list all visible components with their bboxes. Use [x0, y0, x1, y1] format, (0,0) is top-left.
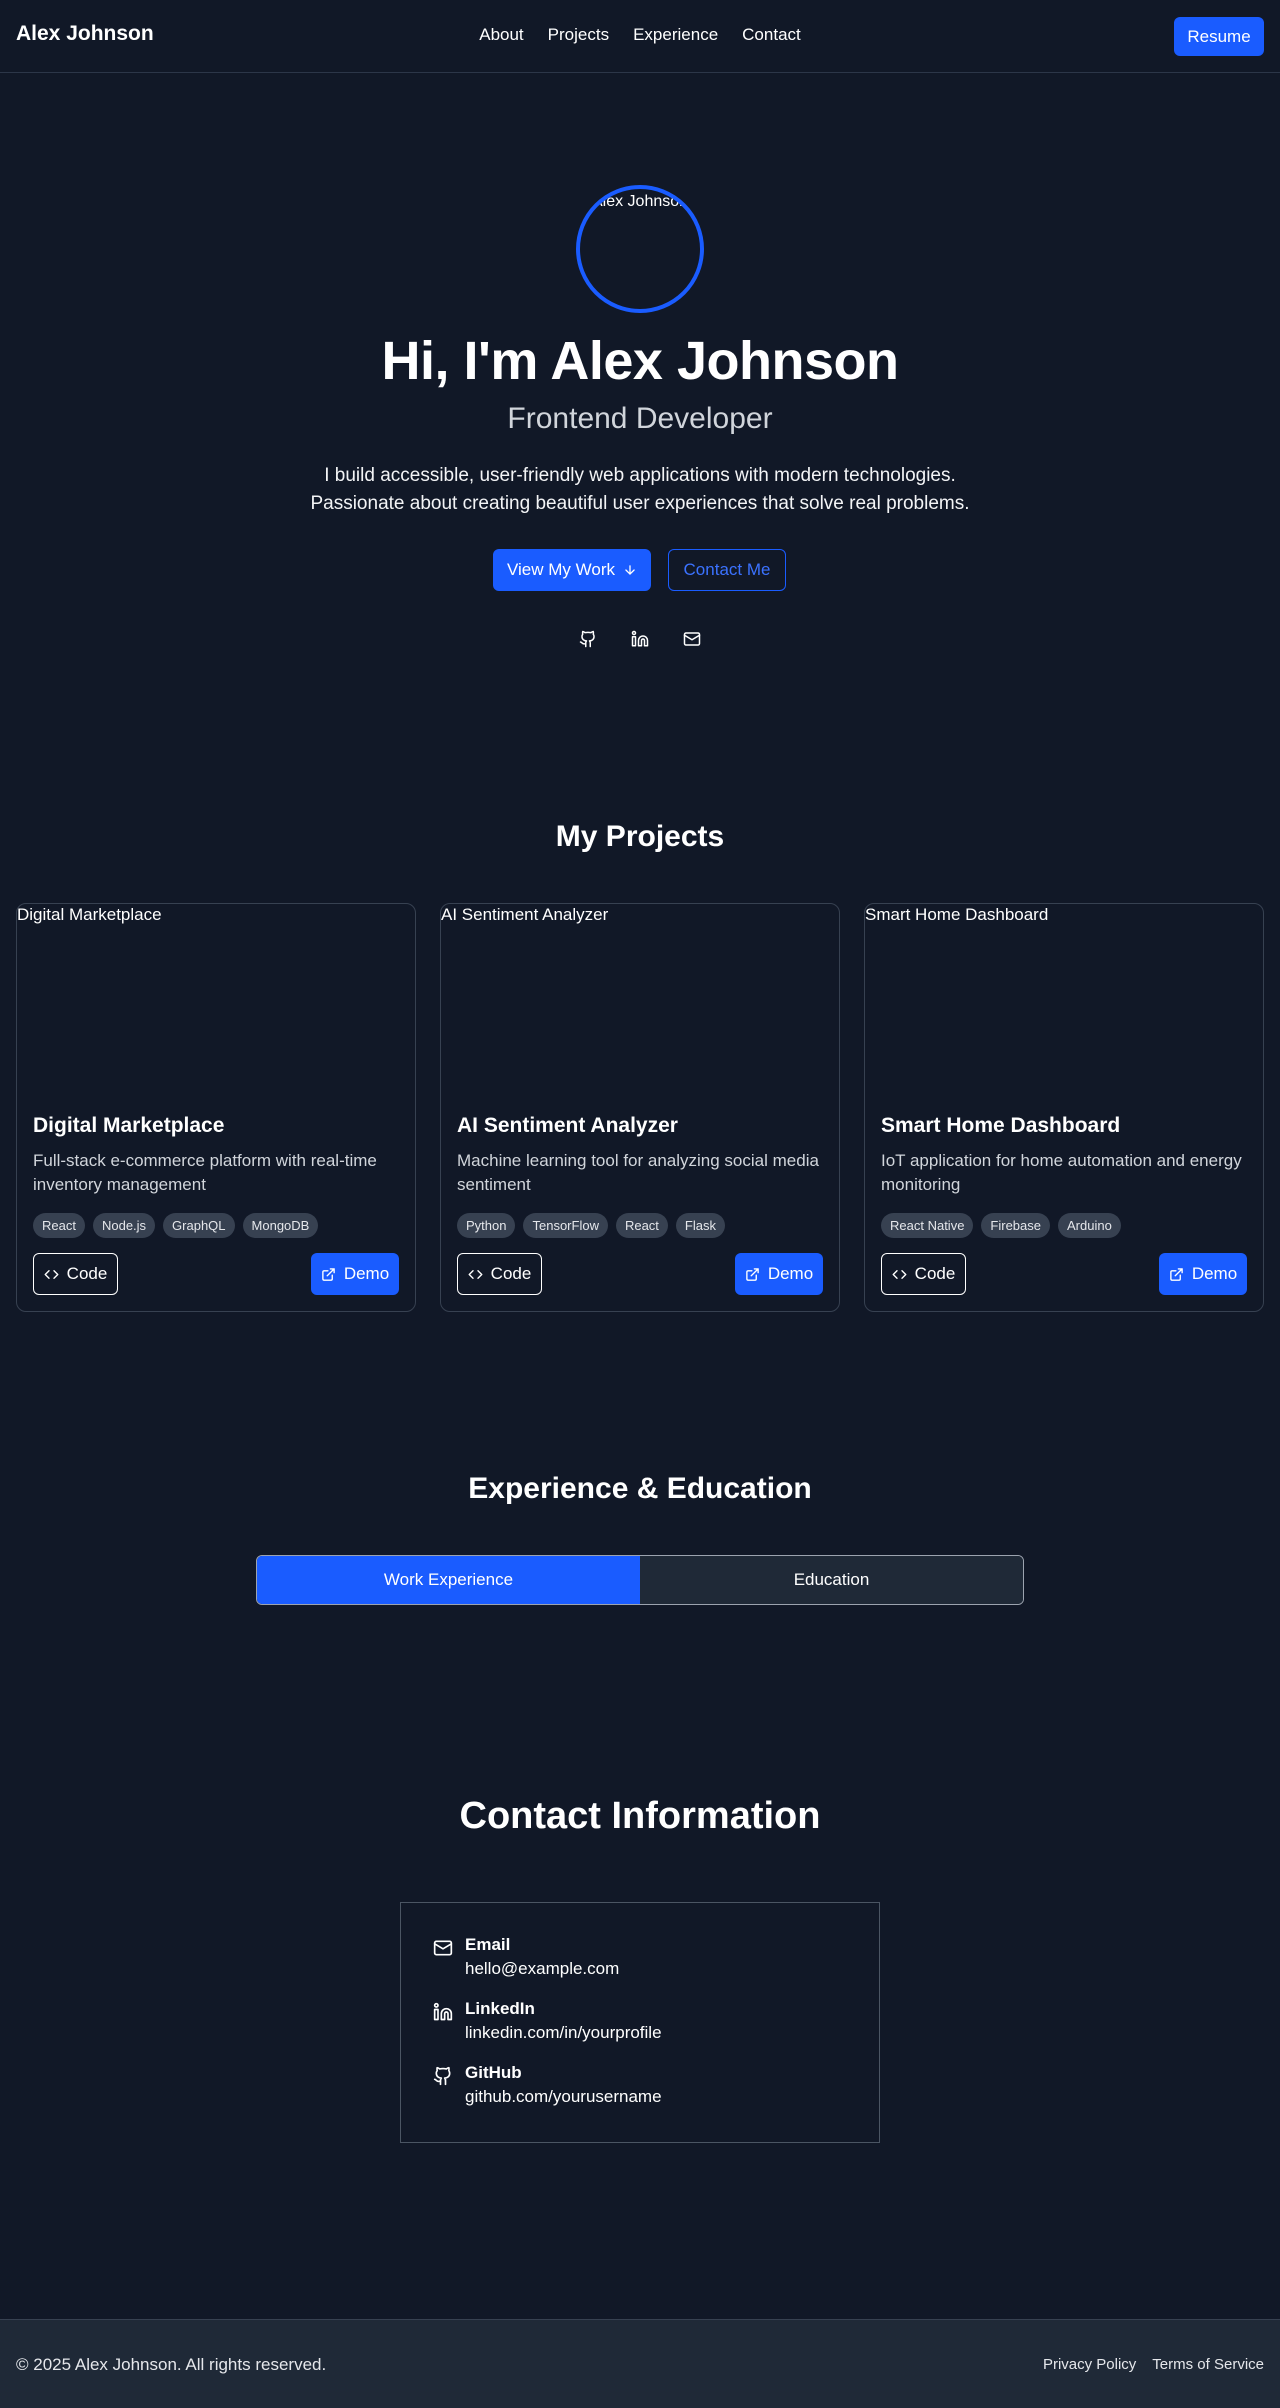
hero-title: Hi, I'm Alex Johnson	[381, 331, 899, 391]
tech-tag: React Native	[881, 1213, 974, 1238]
code-icon	[892, 1267, 907, 1282]
copyright-text: © 2025 Alex Johnson. All rights reserved…	[16, 2355, 327, 2374]
project-tags: React Native Firebase Arduino	[881, 1213, 1121, 1238]
project-image: Smart Home Dashboard	[865, 904, 1263, 1104]
tab-education[interactable]: Education	[640, 1556, 1023, 1604]
contact-me-button[interactable]: Contact Me	[668, 549, 786, 591]
tab-work-experience[interactable]: Work Experience	[257, 1556, 640, 1604]
project-image: Digital Marketplace	[17, 904, 415, 1104]
experience-title: Experience & Education	[468, 1472, 812, 1505]
project-description: Machine learning tool for analyzing soci…	[457, 1151, 819, 1194]
project-tags: React Node.js GraphQL MongoDB	[33, 1213, 319, 1238]
nav-links: About Projects Experience Contact	[0, 25, 1280, 45]
external-link-icon	[1169, 1267, 1184, 1282]
code-label: Code	[66, 1264, 108, 1283]
nav-link-projects[interactable]: Projects	[548, 25, 609, 45]
code-label: Code	[490, 1264, 532, 1283]
contact-value[interactable]: hello@example.com	[465, 1959, 619, 1979]
code-icon	[44, 1267, 59, 1282]
tech-tag: Arduino	[1058, 1213, 1121, 1238]
project-image-alt: Digital Marketplace	[17, 905, 162, 924]
tech-tag: GraphQL	[163, 1213, 235, 1238]
tech-tag: TensorFlow	[523, 1213, 608, 1238]
view-work-button[interactable]: View My Work	[493, 549, 651, 591]
terms-of-service-link[interactable]: Terms of Service	[1152, 2356, 1264, 2373]
contact-card: Email hello@example.com LinkedIn linkedi…	[400, 1902, 880, 2143]
avatar: Alex Johnson	[576, 185, 704, 313]
footer: © 2025 Alex Johnson. All rights reserved…	[0, 2319, 1280, 2408]
project-description: Full-stack e-commerce platform with real…	[33, 1151, 377, 1194]
nav-link-contact[interactable]: Contact	[742, 25, 801, 45]
demo-button[interactable]: Demo	[311, 1253, 399, 1295]
hero-subtitle: Frontend Developer	[507, 402, 773, 435]
demo-label: Demo	[1191, 1264, 1238, 1283]
code-button[interactable]: Code	[33, 1253, 118, 1295]
demo-label: Demo	[767, 1264, 814, 1283]
mail-icon	[433, 1938, 453, 1958]
demo-label: Demo	[343, 1264, 390, 1283]
contact-value[interactable]: github.com/yourusername	[465, 2087, 662, 2107]
code-label: Code	[914, 1264, 956, 1283]
contact-value[interactable]: linkedin.com/in/yourprofile	[465, 2023, 662, 2043]
external-link-icon	[321, 1267, 336, 1282]
footer-links: Privacy Policy Terms of Service	[1043, 2356, 1264, 2373]
arrow-down-icon	[623, 563, 637, 577]
tech-tag: Flask	[675, 1213, 725, 1238]
hero-social-links	[0, 630, 1280, 648]
project-card: AI Sentiment Analyzer AI Sentiment Analy…	[440, 903, 840, 1312]
hero-description-line: I build accessible, user-friendly web ap…	[324, 465, 956, 486]
external-link-icon	[745, 1267, 760, 1282]
experience-tabs: Work Experience Education	[256, 1555, 1024, 1605]
resume-button[interactable]: Resume	[1174, 17, 1264, 56]
tech-tag: MongoDB	[242, 1213, 319, 1238]
contact-label: LinkedIn	[465, 1999, 535, 2018]
project-card: Digital Marketplace Digital Marketplace …	[16, 903, 416, 1312]
project-description: IoT application for home automation and …	[881, 1151, 1242, 1194]
nav-link-about[interactable]: About	[479, 25, 523, 45]
contact-label: GitHub	[465, 2063, 522, 2082]
project-card: Smart Home Dashboard Smart Home Dashboar…	[864, 903, 1264, 1312]
demo-button[interactable]: Demo	[1159, 1253, 1247, 1295]
hero-description: I build accessible, user-friendly web ap…	[0, 462, 1280, 518]
nav-link-experience[interactable]: Experience	[633, 25, 718, 45]
view-work-label: View My Work	[506, 560, 615, 579]
avatar-alt-text: Alex Johnson	[591, 193, 689, 210]
linkedin-icon[interactable]	[631, 630, 649, 648]
project-image-alt: AI Sentiment Analyzer	[441, 905, 609, 924]
project-tags: Python TensorFlow React Flask	[457, 1213, 725, 1238]
contact-label: Email	[465, 1935, 511, 1954]
code-button[interactable]: Code	[457, 1253, 542, 1295]
demo-button[interactable]: Demo	[735, 1253, 823, 1295]
project-image-alt: Smart Home Dashboard	[865, 905, 1049, 924]
project-title: AI Sentiment Analyzer	[457, 1114, 678, 1137]
github-icon[interactable]	[579, 630, 597, 648]
project-title: Smart Home Dashboard	[881, 1114, 1121, 1137]
privacy-policy-link[interactable]: Privacy Policy	[1043, 2356, 1136, 2373]
tech-tag: React	[33, 1213, 85, 1238]
code-button[interactable]: Code	[881, 1253, 966, 1295]
tech-tag: Firebase	[981, 1213, 1050, 1238]
github-icon	[433, 2066, 453, 2086]
project-title: Digital Marketplace	[33, 1114, 225, 1137]
hero-description-line: Passionate about creating beautiful user…	[310, 493, 970, 514]
navbar: Alex Johnson About Projects Experience C…	[0, 0, 1280, 73]
mail-icon[interactable]	[683, 630, 701, 648]
linkedin-icon	[433, 2002, 453, 2022]
tech-tag: React	[615, 1213, 668, 1238]
tech-tag: Python	[457, 1213, 516, 1238]
project-image: AI Sentiment Analyzer	[441, 904, 839, 1104]
projects-title: My Projects	[555, 820, 725, 853]
contact-title: Contact Information	[459, 1795, 821, 1837]
code-icon	[468, 1267, 483, 1282]
tech-tag: Node.js	[92, 1213, 156, 1238]
